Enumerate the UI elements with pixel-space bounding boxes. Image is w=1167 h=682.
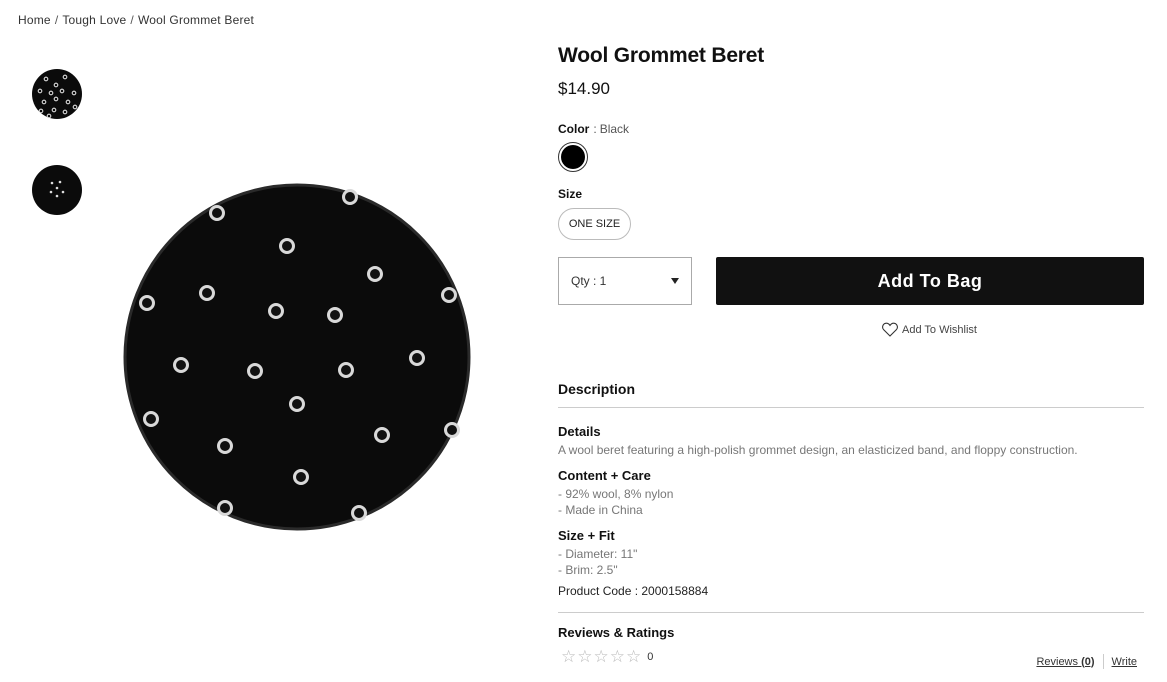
star-rating: ☆ ☆ ☆ ☆ ☆ 0 [561, 648, 653, 665]
grommet [374, 427, 390, 443]
size-option-one-size[interactable]: ONE SIZE [558, 208, 631, 240]
color-separator: : [593, 122, 597, 136]
breadcrumb-home[interactable]: Home [18, 13, 51, 27]
star-icon[interactable]: ☆ [594, 648, 609, 665]
add-to-wishlist-button[interactable]: Add To Wishlist [882, 322, 977, 337]
quantity-select[interactable]: Qty : 1 [558, 257, 692, 305]
grommet [217, 500, 233, 516]
reviews-link-label: Reviews [1036, 655, 1079, 668]
content-line: - 92% wool, 8% nylon [558, 487, 674, 501]
reviews-heading: Reviews & Ratings [558, 625, 675, 640]
grommet [444, 422, 460, 438]
product-code: Product Code : 2000158884 [558, 584, 709, 598]
color-label: Color [558, 122, 590, 136]
divider [558, 407, 1144, 408]
grommet [293, 469, 309, 485]
content-line: - Made in China [558, 503, 643, 517]
fit-line: - Diameter: 11" [558, 547, 638, 561]
details-text: A wool beret featuring a high-polish gro… [558, 443, 1078, 457]
color-swatch-black[interactable] [558, 142, 588, 172]
rating-count: 0 [647, 650, 654, 663]
color-row: Color: Black [558, 122, 629, 136]
reviews-link-count: (0) [1081, 655, 1095, 668]
grommet [367, 266, 383, 282]
grommet [199, 285, 215, 301]
heart-icon [882, 322, 898, 337]
grommet [327, 307, 343, 323]
reviews-link[interactable]: Reviews (0) [1036, 656, 1094, 668]
product-main-image [120, 170, 490, 540]
write-review-link[interactable]: Write [1112, 656, 1137, 668]
divider [558, 612, 1144, 613]
star-icon[interactable]: ☆ [610, 648, 625, 665]
details-heading: Details [558, 424, 601, 439]
description-heading: Description [558, 381, 636, 397]
beret-thumbnail-image-2 [49, 180, 65, 198]
product-price: $14.90 [558, 79, 610, 98]
swatch-fill [561, 145, 585, 169]
grommet [441, 287, 457, 303]
thumbnail-list [32, 69, 82, 261]
fit-line: - Brim: 2.5" [558, 563, 618, 577]
thumbnail-side-view[interactable] [32, 165, 82, 215]
breadcrumb-current: Wool Grommet Beret [137, 13, 255, 27]
size-label: Size [558, 187, 583, 201]
grommet [143, 411, 159, 427]
add-to-bag-button[interactable]: Add To Bag [716, 257, 1144, 305]
grommet [351, 505, 367, 521]
beret-thumbnail-image [37, 74, 78, 119]
breadcrumb-separator: / [130, 13, 134, 27]
breadcrumb: Home / Tough Love / Wool Grommet Beret [18, 13, 254, 27]
size-fit-heading: Size + Fit [558, 528, 615, 543]
star-icon[interactable]: ☆ [577, 648, 592, 665]
star-icon[interactable]: ☆ [626, 648, 641, 665]
grommet [247, 363, 263, 379]
grommet [289, 396, 305, 412]
grommet [209, 205, 225, 221]
chevron-down-icon [671, 278, 679, 284]
wishlist-label: Add To Wishlist [902, 323, 977, 336]
beret-image [123, 183, 471, 531]
color-value: Black [599, 122, 630, 136]
grommet [409, 350, 425, 366]
review-links: Reviews (0) Write [1036, 654, 1137, 669]
grommet [217, 438, 233, 454]
grommet [139, 295, 155, 311]
star-icon[interactable]: ☆ [561, 648, 576, 665]
breadcrumb-tough-love[interactable]: Tough Love [62, 13, 126, 27]
divider [1102, 654, 1104, 669]
grommet [173, 357, 189, 373]
breadcrumb-separator: / [54, 13, 59, 27]
quantity-label: Qty : 1 [571, 274, 607, 288]
grommet [268, 303, 284, 319]
grommet [338, 362, 354, 378]
product-title: Wool Grommet Beret [558, 44, 765, 67]
grommet [279, 238, 295, 254]
content-care-heading: Content + Care [558, 468, 651, 483]
grommet [342, 189, 358, 205]
thumbnail-top-view[interactable] [32, 69, 82, 119]
